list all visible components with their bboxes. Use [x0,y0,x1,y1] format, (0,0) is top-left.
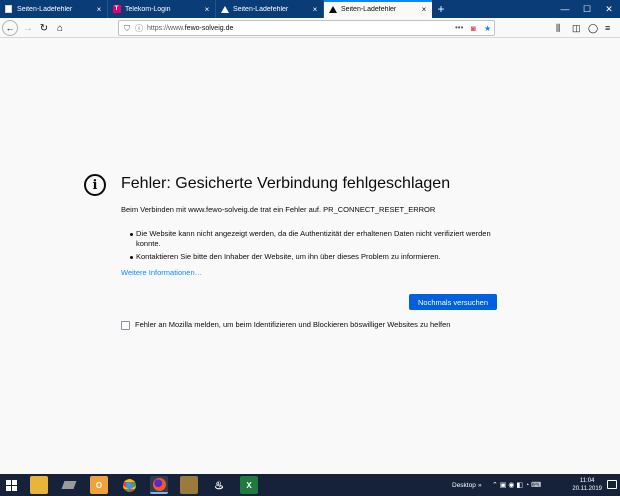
url-prefix: https://www. [147,25,185,32]
reload-button[interactable]: ↻ [36,20,52,36]
warning-icon [220,5,229,14]
close-tab-icon[interactable]: × [202,5,212,14]
sidebar-icon[interactable]: ◫ [572,20,581,36]
taskbar: O ♨ X Desktop » ⌃ ▣ ◉ ◧ ◔ ⌨ 11:04 20.11.… [0,474,620,496]
url-text[interactable]: https://www.fewo-solveig.de [147,24,233,33]
tab-label: Seiten-Ladefehler [233,5,289,13]
tab-telekom-login[interactable]: T Telekom-Login × [108,0,216,18]
library-icon[interactable]: ⫼ [556,20,560,36]
tab-label: Seiten-Ladefehler [341,5,397,13]
window-controls: — ☐ ✕ [554,0,620,18]
chrome-icon[interactable] [120,476,138,494]
tab-page-load-error-active[interactable]: Seiten-Ladefehler × [324,0,432,18]
tab-label: Seiten-Ladefehler [17,5,73,13]
shield-icon[interactable]: ⛉ [124,24,130,33]
toolbar-chevron-icon[interactable]: » [478,474,482,496]
file-explorer-icon[interactable] [30,476,48,494]
tab-strip: Seiten-Ladefehler × T Telekom-Login × Se… [0,0,620,18]
error-description: Beim Verbinden mit www.fewo-solveig.de t… [121,205,436,214]
windows-icon [5,479,17,491]
home-button[interactable]: ⌂ [52,20,68,36]
app-icon[interactable] [180,476,198,494]
warning-icon [328,5,337,14]
outlook-icon[interactable]: O [90,476,108,494]
desktop-toolbar-label[interactable]: Desktop [452,474,476,496]
terminal-icon[interactable] [60,476,78,494]
url-host: fewo-solveig.de [184,25,234,32]
tab-page-load-error-1[interactable]: Seiten-Ladefehler × [0,0,108,18]
maximize-button[interactable]: ☐ [576,0,598,18]
firefox-icon[interactable] [150,476,168,494]
close-tab-icon[interactable]: × [419,5,429,14]
try-again-button[interactable]: Nochmals versuchen [409,294,497,310]
notification-icon[interactable] [607,480,617,489]
close-tab-icon[interactable]: × [310,5,320,14]
back-button[interactable]: ← [2,20,18,36]
tab-label: Telekom-Login [125,5,171,13]
clock-time: 11:04 [579,478,595,484]
page-actions-icon[interactable]: ••• [455,23,463,32]
clock[interactable]: 11:04 20.11.2019 [572,477,602,493]
url-bar[interactable]: ⛉ ⓘ https://www.fewo-solveig.de ••• ◙ ★ [118,20,495,36]
error-bullet-list: Die Website kann nicht angezeigt werden,… [121,229,491,265]
forward-button[interactable]: → [20,20,36,36]
new-tab-button[interactable]: + [432,0,450,18]
minimize-button[interactable]: — [554,0,576,18]
tab-page-load-error-2[interactable]: Seiten-Ladefehler × [216,0,324,18]
clock-date: 20.11.2019 [572,486,602,492]
info-icon: i [84,174,106,196]
report-error-label: Fehler an Mozilla melden, um beim Identi… [135,320,451,329]
report-error-checkbox[interactable] [121,320,130,330]
list-item: Kontaktieren Sie bitte den Inhaber der W… [121,252,491,262]
tray-icons[interactable]: ⌃ ▣ ◉ ◧ ◔ ⌨ [492,474,541,496]
list-item: Die Website kann nicht angezeigt werden,… [121,229,491,249]
navigation-toolbar: ← → ↻ ⌂ ⛉ ⓘ https://www.fewo-solveig.de … [0,18,620,38]
account-icon[interactable]: ◯ [588,20,598,36]
pocket-icon[interactable]: ◙ [471,24,476,33]
flame-app-icon[interactable]: ♨ [210,476,228,494]
learn-more-link[interactable]: Weitere Informationen… [121,268,202,278]
telekom-icon: T [112,5,121,14]
report-error-row: Fehler an Mozilla melden, um beim Identi… [121,320,450,330]
bookmark-star-icon[interactable]: ★ [484,24,491,33]
menu-icon[interactable]: ≡ [605,20,610,36]
error-title: Fehler: Gesicherte Verbindung fehlgeschl… [121,175,451,192]
info-icon[interactable]: ⓘ [135,24,143,33]
close-window-button[interactable]: ✕ [598,0,620,18]
excel-icon[interactable]: X [240,476,258,494]
close-tab-icon[interactable]: × [94,5,104,14]
warning-icon [4,5,13,14]
start-button[interactable] [0,474,22,496]
